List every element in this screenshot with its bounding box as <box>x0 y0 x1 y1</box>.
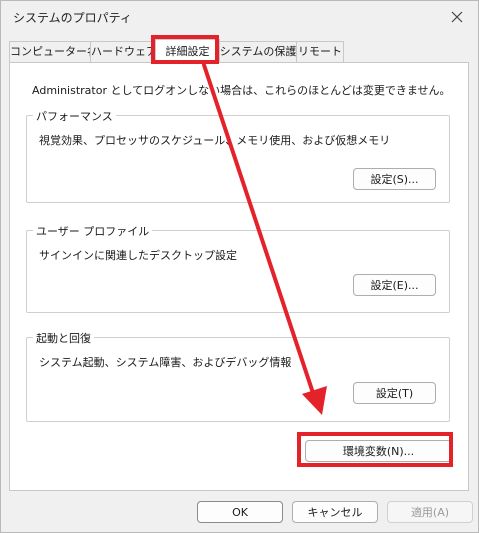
startup-recovery-group-title: 起動と回復 <box>33 330 94 346</box>
startup-recovery-group: 起動と回復 システム起動、システム障害、およびデバッグ情報 設定(T) <box>26 330 450 422</box>
close-button[interactable] <box>446 6 468 28</box>
performance-group: パフォーマンス 視覚効果、プロセッサのスケジュール、メモリ使用、および仮想メモリ… <box>26 108 450 203</box>
user-profile-settings-button[interactable]: 設定(E)... <box>353 274 436 296</box>
tab-hardware[interactable]: ハードウェア <box>90 41 157 62</box>
tab-advanced[interactable]: 詳細設定 <box>155 39 220 63</box>
cancel-button[interactable]: キャンセル <box>292 501 378 523</box>
performance-group-title: パフォーマンス <box>33 108 116 124</box>
startup-recovery-description: システム起動、システム障害、およびデバッグ情報 <box>39 356 292 369</box>
performance-settings-button[interactable]: 設定(S)... <box>353 168 436 190</box>
admin-notice: Administrator としてログオンしない場合は、これらのほとんどは変更で… <box>32 84 451 97</box>
close-icon <box>451 11 463 23</box>
window-title: システムのプロパティ <box>13 11 132 25</box>
user-profile-description: サインインに関連したデスクトップ設定 <box>39 249 237 262</box>
startup-recovery-settings-button[interactable]: 設定(T) <box>353 382 436 404</box>
advanced-tab-panel: Administrator としてログオンしない場合は、これらのほとんどは変更で… <box>9 62 469 491</box>
apply-button[interactable]: 適用(A) <box>387 501 473 523</box>
performance-description: 視覚効果、プロセッサのスケジュール、メモリ使用、および仮想メモリ <box>39 134 391 147</box>
user-profile-group: ユーザー プロファイル サインインに関連したデスクトップ設定 設定(E)... <box>26 223 450 313</box>
environment-variables-button[interactable]: 環境変数(N)... <box>305 440 452 462</box>
tab-system-protection[interactable]: システムの保護 <box>218 41 298 62</box>
tab-computer-name[interactable]: コンピューター名 <box>9 41 98 62</box>
system-properties-dialog: システムのプロパティ コンピューター名 ハードウェア 詳細設定 システムの保護 … <box>0 0 479 533</box>
title-bar: システムのプロパティ <box>1 1 478 33</box>
tab-remote[interactable]: リモート <box>296 41 344 62</box>
user-profile-group-title: ユーザー プロファイル <box>33 223 153 239</box>
ok-button[interactable]: OK <box>197 501 283 523</box>
